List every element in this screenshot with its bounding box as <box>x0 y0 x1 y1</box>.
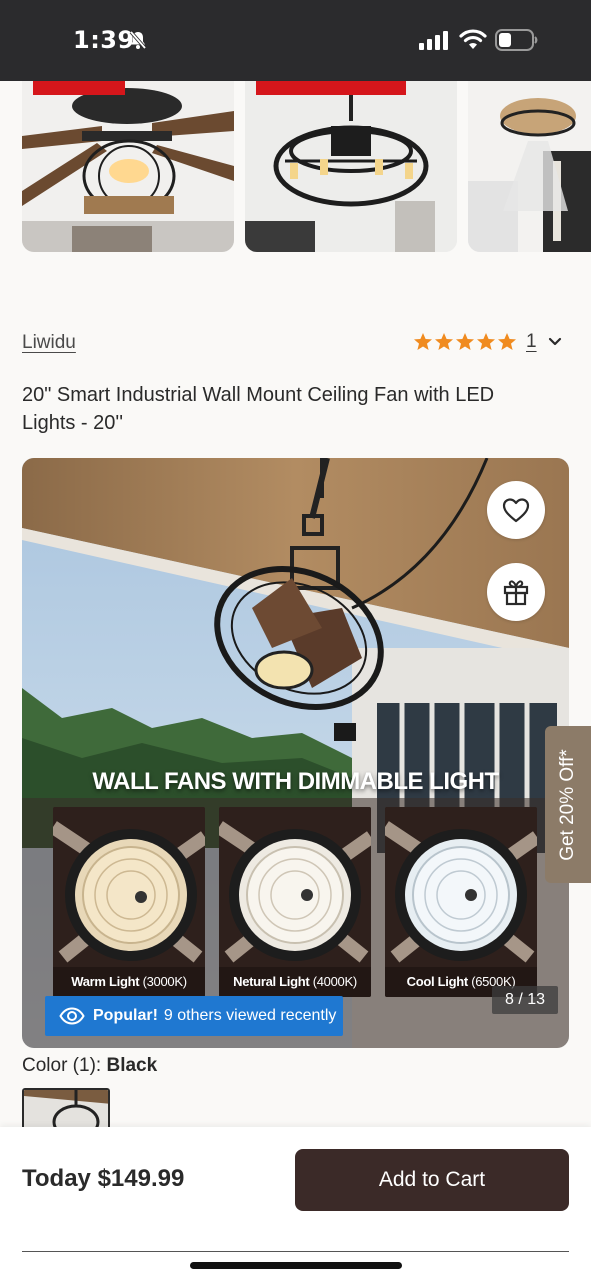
bell-off-icon <box>129 30 147 50</box>
heart-icon <box>502 498 530 523</box>
status-bar: 1:39 <box>0 0 591 81</box>
divider <box>22 1251 569 1252</box>
light-option-label: Warm Light (3000K) <box>53 967 205 997</box>
selected-color: Black <box>106 1055 158 1076</box>
related-product-thumbnail[interactable] <box>22 81 234 252</box>
light-option-card: Netural Light (4000K) <box>219 807 371 997</box>
slide-counter: 8 / 13 <box>492 986 558 1014</box>
wishlist-button[interactable] <box>487 481 545 539</box>
rating-summary[interactable]: 1 <box>413 330 563 354</box>
add-to-cart-button[interactable]: Add to Cart <box>295 1149 569 1211</box>
eye-icon <box>59 1007 85 1025</box>
popular-text: 9 others viewed recently <box>163 1007 337 1024</box>
product-title: 20" Smart Industrial Wall Mount Ceiling … <box>22 384 495 434</box>
star-icon <box>414 333 432 350</box>
home-indicator[interactable] <box>190 1262 402 1269</box>
gallery-headline: WALL FANS WITH DIMMABLE LIGHT <box>92 768 499 795</box>
star-icon <box>435 333 453 350</box>
review-count-link[interactable]: 1 <box>526 331 537 353</box>
gift-icon <box>503 580 529 606</box>
popularity-banner: Popular! 9 others viewed recently <box>45 996 343 1036</box>
brand-link[interactable]: Liwidu <box>22 332 76 354</box>
related-product-thumbnail[interactable] <box>245 81 457 252</box>
related-product-thumbnail[interactable] <box>468 81 591 252</box>
battery-icon <box>495 29 538 51</box>
related-products-carousel[interactable] <box>0 81 591 261</box>
star-icon <box>477 333 495 350</box>
signal-icon <box>419 31 448 50</box>
discount-promo-tab[interactable]: Get 20% Off* <box>545 726 591 883</box>
star-icon <box>456 333 474 350</box>
color-label: Color (1): Black <box>22 1055 158 1076</box>
color-swatch-black[interactable] <box>22 1088 110 1128</box>
chevron-down-icon[interactable] <box>547 334 563 350</box>
wifi-icon <box>459 29 487 49</box>
product-image-gallery[interactable]: WALL FANS WITH DIMMABLE LIGHT Warm Light… <box>22 458 569 1048</box>
popular-label: Popular! <box>93 1007 158 1024</box>
light-option-card: Warm Light (3000K) <box>53 807 205 997</box>
status-time: 1:39 <box>73 26 135 54</box>
light-option-card: Cool Light (6500K) <box>385 807 537 997</box>
price: Today $149.99 <box>22 1165 185 1192</box>
gift-button[interactable] <box>487 563 545 621</box>
star-icon <box>498 333 516 350</box>
discount-promo-label: Get 20% Off* <box>557 748 578 861</box>
bottom-purchase-bar: Today $149.99 Add to Cart <box>0 1127 591 1280</box>
light-option-label: Netural Light (4000K) <box>219 967 371 997</box>
